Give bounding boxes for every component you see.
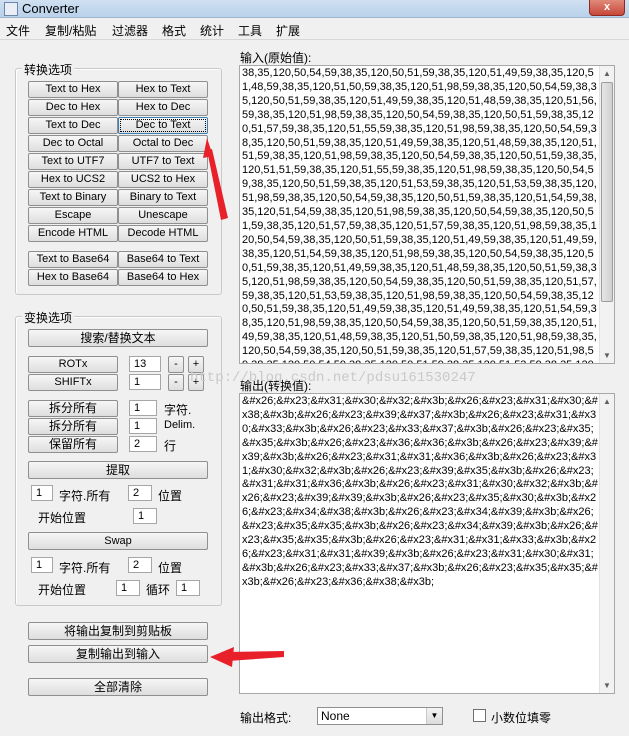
base64-to-hex-button[interactable]: Base64 to Hex	[118, 269, 208, 286]
extract-count-field[interactable]: 1	[31, 485, 53, 501]
shiftx-value-field[interactable]: 1	[129, 374, 161, 390]
hex-to-dec-button[interactable]: Hex to Dec	[118, 99, 208, 116]
split-all-chars-button[interactable]: 拆分所有	[28, 400, 118, 417]
menu-extensions[interactable]: 扩展	[276, 22, 300, 39]
transform-options-legend: 变换选项	[22, 309, 75, 326]
binary-to-text-button[interactable]: Binary to Text	[118, 189, 208, 206]
swap-button[interactable]: Swap	[28, 532, 208, 550]
output-format-select[interactable]: None ▼	[317, 707, 443, 725]
ucs2-to-hex-button[interactable]: UCS2 to Hex	[118, 171, 208, 188]
extract-start-field[interactable]: 1	[133, 508, 157, 524]
clear-all-button[interactable]: 全部清除	[28, 678, 208, 696]
base64-to-text-button[interactable]: Base64 to Text	[118, 251, 208, 268]
input-label: 输入(原始值):	[240, 51, 312, 65]
shiftx-button[interactable]: SHIFTx	[28, 374, 118, 391]
rotx-value-field[interactable]: 13	[129, 356, 161, 372]
dec-to-text-button[interactable]: Dec to Text	[118, 117, 208, 134]
menu-tools[interactable]: 工具	[238, 22, 262, 39]
scroll-up-arrow-icon[interactable]: ▲	[600, 66, 614, 81]
swap-loop-field[interactable]: 1	[176, 580, 200, 596]
extract-count-label: 字符.所有	[59, 489, 111, 503]
swap-count-field[interactable]: 1	[31, 557, 53, 573]
split-delim-count-field[interactable]: 1	[129, 418, 157, 434]
decimal-pad-checkbox[interactable]	[473, 709, 486, 722]
output-format-value: None	[321, 709, 350, 723]
split-all-delim-button[interactable]: 拆分所有	[28, 418, 118, 435]
rotx-minus-button[interactable]: -	[168, 356, 184, 373]
keep-lines-count-field[interactable]: 2	[129, 436, 157, 452]
text-to-binary-button[interactable]: Text to Binary	[28, 189, 118, 206]
shiftx-plus-button[interactable]: +	[188, 374, 204, 391]
scroll-up-arrow-icon[interactable]: ▲	[600, 394, 614, 409]
app-icon	[4, 2, 18, 16]
scroll-down-arrow-icon[interactable]: ▼	[600, 678, 614, 693]
output-label: 输出(转换值):	[240, 379, 312, 393]
text-to-dec-button[interactable]: Text to Dec	[28, 117, 118, 134]
shiftx-minus-button[interactable]: -	[168, 374, 184, 391]
watermark: http://blog.csdn.net/pdsu161530247	[190, 370, 476, 386]
title-bar: Converter x	[0, 0, 629, 18]
chevron-down-icon[interactable]: ▼	[426, 708, 442, 724]
window-title: Converter	[22, 1, 80, 16]
split-chars-unit-label: 字符.	[164, 403, 192, 417]
scroll-down-arrow-icon[interactable]: ▼	[600, 348, 614, 363]
keep-lines-unit-label: 行	[164, 439, 177, 453]
extract-position-label: 位置	[158, 489, 183, 503]
split-chars-count-field[interactable]: 1	[129, 400, 157, 416]
hex-to-base64-button[interactable]: Hex to Base64	[28, 269, 118, 286]
text-to-utf7-button[interactable]: Text to UTF7	[28, 153, 118, 170]
close-button[interactable]: x	[589, 0, 625, 16]
extract-button[interactable]: 提取	[28, 461, 208, 479]
swap-count-label: 字符.所有	[59, 561, 111, 575]
output-format-label: 输出格式:	[240, 711, 292, 725]
octal-to-dec-button[interactable]: Octal to Dec	[118, 135, 208, 152]
rotx-button[interactable]: ROTx	[28, 356, 118, 373]
encode-html-button[interactable]: Encode HTML	[28, 225, 118, 242]
decode-html-button[interactable]: Decode HTML	[118, 225, 208, 242]
menu-filter[interactable]: 过滤器	[112, 22, 148, 39]
utf7-to-text-button[interactable]: UTF7 to Text	[118, 153, 208, 170]
swap-start-label: 开始位置	[38, 583, 87, 597]
dec-to-hex-button[interactable]: Dec to Hex	[28, 99, 118, 116]
search-replace-button[interactable]: 搜索/替换文本	[28, 329, 208, 347]
hex-to-ucs2-button[interactable]: Hex to UCS2	[28, 171, 118, 188]
unescape-button[interactable]: Unescape	[118, 207, 208, 224]
text-to-base64-button[interactable]: Text to Base64	[28, 251, 118, 268]
input-textarea[interactable]: 38,35,120,50,54,59,38,35,120,50,51,59,38…	[239, 65, 615, 364]
keep-all-lines-button[interactable]: 保留所有	[28, 436, 118, 453]
input-scrollbar[interactable]: ▲ ▼	[599, 66, 614, 363]
swap-loop-label: 循环	[146, 583, 171, 597]
output-scrollbar[interactable]: ▲ ▼	[599, 394, 614, 693]
menu-stats[interactable]: 统计	[200, 22, 224, 39]
swap-position-field[interactable]: 2	[128, 557, 152, 573]
swap-position-label: 位置	[158, 561, 183, 575]
decimal-pad-label: 小数位填零	[491, 711, 552, 725]
split-delim-unit-label: Delim.	[164, 419, 196, 431]
input-scroll-thumb[interactable]	[601, 82, 613, 302]
escape-button[interactable]: Escape	[28, 207, 118, 224]
extract-position-field[interactable]: 2	[128, 485, 152, 501]
rotx-plus-button[interactable]: +	[188, 356, 204, 373]
hex-to-text-button[interactable]: Hex to Text	[118, 81, 208, 98]
text-to-hex-button[interactable]: Text to Hex	[28, 81, 118, 98]
output-textarea[interactable]: &#x26;&#x23;&#x31;&#x30;&#x32;&#x3b;&#x2…	[239, 393, 615, 694]
output-text: &#x26;&#x23;&#x31;&#x30;&#x32;&#x3b;&#x2…	[242, 395, 598, 588]
copy-output-to-input-button[interactable]: 复制输出到输入	[28, 645, 208, 663]
convert-options-legend: 转换选项	[22, 61, 75, 78]
dec-to-octal-button[interactable]: Dec to Octal	[28, 135, 118, 152]
menu-copy-paste[interactable]: 复制/粘贴	[45, 22, 96, 39]
menu-bar: 文件 复制/粘贴 过滤器 格式 统计 工具 扩展	[0, 18, 629, 40]
copy-output-to-clipboard-button[interactable]: 将输出复制到剪贴板	[28, 622, 208, 640]
input-text: 38,35,120,50,54,59,38,35,120,50,51,59,38…	[242, 67, 597, 363]
menu-file[interactable]: 文件	[6, 22, 30, 39]
extract-start-label: 开始位置	[38, 511, 87, 525]
menu-format[interactable]: 格式	[162, 22, 186, 39]
swap-start-field[interactable]: 1	[116, 580, 140, 596]
